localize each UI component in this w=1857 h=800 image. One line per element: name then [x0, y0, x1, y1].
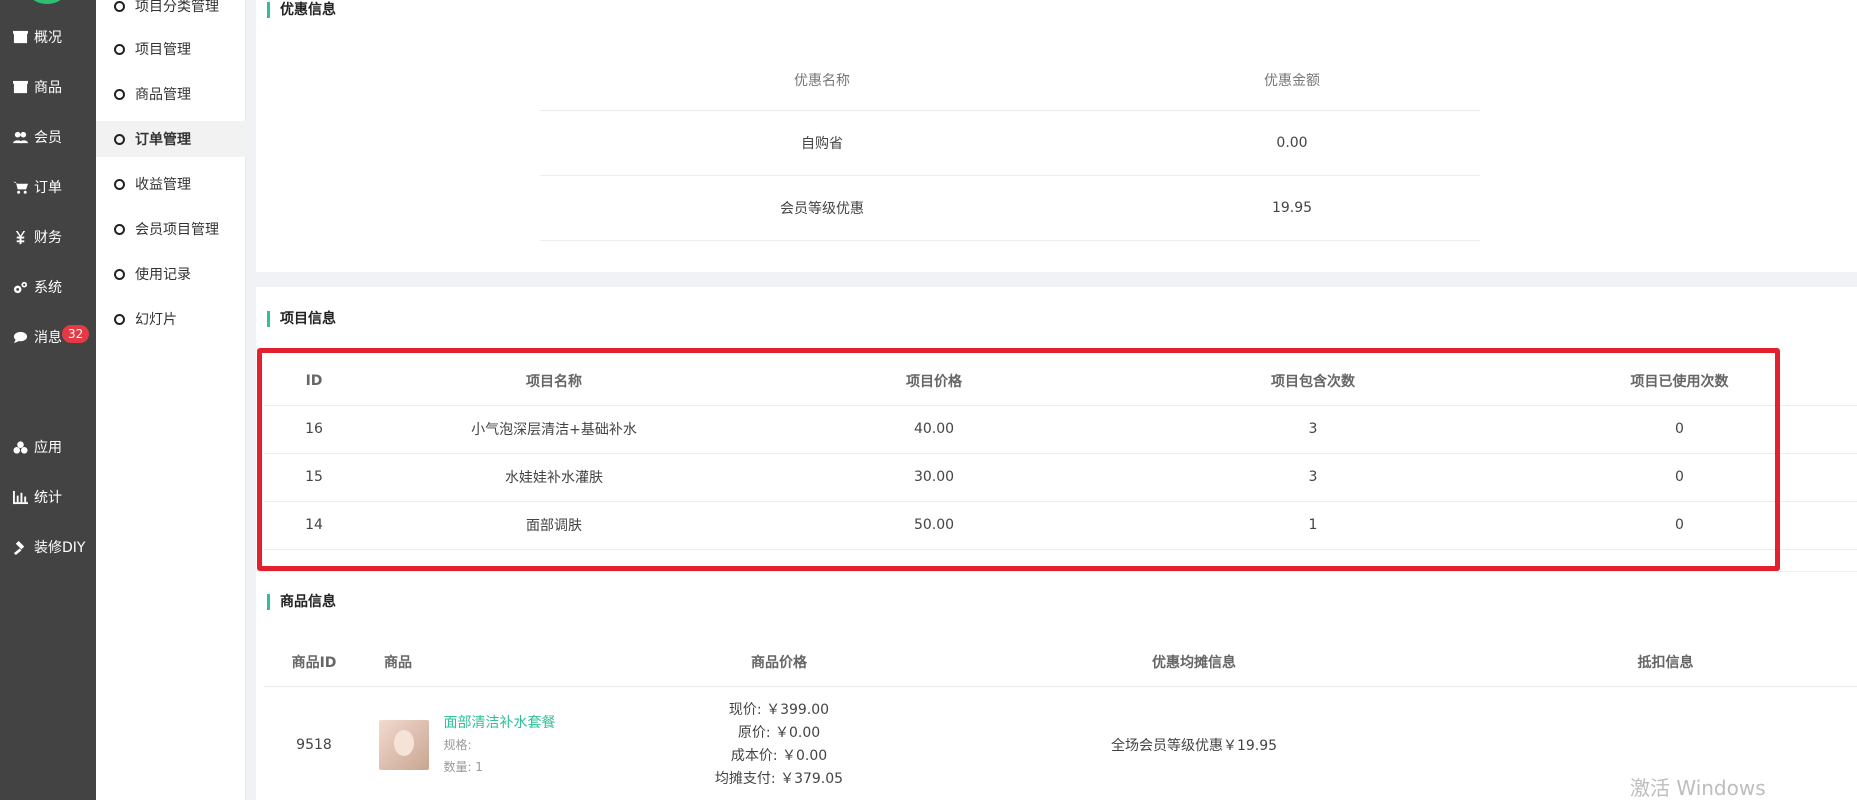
- sidebar-item-diy[interactable]: 装修DIY: [0, 532, 96, 562]
- column-header: 优惠均摊信息: [1152, 654, 1236, 671]
- subnav-item-label: 订单管理: [135, 132, 191, 148]
- sidebar-item-label: 应用: [34, 440, 62, 456]
- circle-icon: [114, 88, 125, 100]
- section-title: 项目信息: [267, 311, 336, 327]
- hammer-icon: [12, 539, 28, 555]
- section-title: 优惠信息: [267, 2, 336, 18]
- subnav-item-slides[interactable]: 幻灯片: [96, 301, 246, 337]
- sidebar-item-label: 会员: [34, 130, 62, 146]
- windows-activation-watermark: 激活 Windows: [1630, 776, 1766, 800]
- column-header: 商品价格: [751, 654, 807, 671]
- gears-icon: [12, 279, 28, 295]
- sidebar-item-label: 财务: [34, 230, 62, 246]
- sidebar-item-stats[interactable]: 统计: [0, 482, 96, 512]
- subnav-item-project-category[interactable]: 项目分类管理: [96, 0, 246, 24]
- sidebar-item-label: 概况: [34, 30, 62, 46]
- sidebar-item-overview[interactable]: 概况: [0, 22, 96, 52]
- goods-price-cell: 现价: ￥399.00 原价: ￥0.00 成本价: ￥0.00 均摊支付: ￥…: [644, 686, 914, 800]
- goods-name-link[interactable]: 面部清洁补水套餐: [443, 712, 555, 734]
- subnav-item-usage-records[interactable]: 使用记录: [96, 256, 246, 292]
- main-sidebar: 概况 商品 会员 订单 财务 系统 消息 32 应用 统计 装修DIY: [0, 0, 96, 800]
- sidebar-item-orders[interactable]: 订单: [0, 172, 96, 202]
- sidebar-item-system[interactable]: 系统: [0, 272, 96, 302]
- goods-qty: 数量: 1: [443, 760, 483, 774]
- highlight-box: [257, 348, 1780, 571]
- sidebar-item-finance[interactable]: 财务: [0, 222, 96, 252]
- sidebar-item-messages[interactable]: 消息 32: [0, 322, 96, 352]
- sidebar-item-label: 系统: [34, 280, 62, 296]
- circle-icon: [114, 0, 125, 12]
- discount-amount: 19.95: [1271, 199, 1313, 216]
- sidebar-item-label: 统计: [34, 490, 62, 506]
- table-header-row: 优惠名称 优惠金额: [540, 50, 1480, 110]
- sidebar-item-label: 消息: [34, 330, 62, 346]
- discount-table: 优惠名称 优惠金额 自购省 0.00 会员等级优惠 19.95: [540, 50, 1480, 241]
- subnav-item-orders[interactable]: 订单管理: [96, 121, 246, 157]
- subnav-item-goods[interactable]: 商品管理: [96, 76, 246, 112]
- subnav-item-earnings[interactable]: 收益管理: [96, 166, 246, 202]
- table-header-row: 商品ID 商品 商品价格 优惠均摊信息 抵扣信息: [264, 638, 1857, 686]
- table-row: 自购省 0.00: [540, 110, 1480, 175]
- goods-id: 9518: [296, 737, 332, 753]
- goods-thumbnail[interactable]: [379, 720, 429, 770]
- box-icon: [12, 79, 28, 95]
- sidebar-item-apps[interactable]: 应用: [0, 432, 96, 462]
- sidebar-item-label: 装修DIY: [34, 540, 86, 556]
- subnav-item-projects[interactable]: 项目管理: [96, 31, 246, 67]
- box-icon: [12, 29, 28, 45]
- sidebar-item-label: 订单: [34, 180, 62, 196]
- discount-name: 自购省: [801, 135, 843, 152]
- unread-badge: 32: [62, 325, 90, 343]
- subnav-item-label: 项目管理: [135, 42, 191, 58]
- sidebar-item-members[interactable]: 会员: [0, 122, 96, 152]
- sidebar-item-label: 商品: [34, 80, 62, 96]
- goods-spec: 规格:: [443, 738, 472, 752]
- column-header: 抵扣信息: [1637, 654, 1694, 671]
- discount-name: 会员等级优惠: [780, 200, 864, 217]
- column-header: 优惠金额: [1264, 72, 1320, 89]
- discount-amount: 0.00: [1276, 134, 1308, 151]
- shared-payment: 均摊支付: ￥379.05: [714, 771, 844, 787]
- circle-icon: [114, 223, 125, 235]
- users-icon: [12, 129, 28, 145]
- subnav-item-label: 幻灯片: [135, 312, 177, 328]
- circle-icon: [114, 178, 125, 190]
- subnav-item-label: 收益管理: [135, 177, 191, 193]
- sub-sidebar: 项目分类管理 项目管理 商品管理 订单管理 收益管理 会员项目管理 使用记录 幻…: [96, 0, 246, 800]
- table-row: 9518 面部清洁补水套餐 规格: 数量: 1 现价: ￥399.00 原价: …: [264, 686, 1857, 800]
- column-header: 优惠名称: [794, 72, 850, 89]
- subnav-item-label: 使用记录: [135, 267, 191, 283]
- circle-icon: [114, 268, 125, 280]
- sidebar-item-goods[interactable]: 商品: [0, 72, 96, 102]
- subnav-item-label: 商品管理: [135, 87, 191, 103]
- cubes-icon: [12, 439, 28, 455]
- circle-icon: [114, 43, 125, 55]
- goods-info: 面部清洁补水套餐 规格: 数量: 1: [443, 712, 555, 778]
- cart-icon: [12, 179, 28, 195]
- goods-table: 商品ID 商品 商品价格 优惠均摊信息 抵扣信息 9518 面部清洁补水套餐 规…: [264, 638, 1857, 800]
- subnav-item-member-projects[interactable]: 会员项目管理: [96, 211, 246, 247]
- chat-icon: [12, 329, 28, 345]
- column-header: 商品ID: [291, 654, 337, 671]
- current-price: 现价: ￥399.00: [728, 702, 830, 718]
- subnav-item-label: 会员项目管理: [135, 222, 219, 238]
- subnav-item-label: 项目分类管理: [135, 0, 219, 15]
- cost-price: 成本价: ￥0.00: [730, 748, 828, 764]
- yen-icon: [12, 229, 28, 245]
- column-header: 商品: [384, 654, 412, 671]
- section-title: 商品信息: [267, 594, 336, 610]
- discount-card: 优惠信息 优惠名称 优惠金额 自购省 0.00 会员等级优惠 19.95: [256, 0, 1857, 272]
- original-price: 原价: ￥0.00: [737, 725, 821, 741]
- bar-chart-icon: [12, 489, 28, 505]
- discount-share-info: 全场会员等级优惠￥19.95: [1110, 738, 1278, 754]
- table-row: 会员等级优惠 19.95: [540, 175, 1480, 240]
- goods-cell: 面部清洁补水套餐 规格: 数量: 1: [364, 686, 644, 800]
- circle-icon: [114, 133, 125, 145]
- logo[interactable]: [22, 0, 72, 4]
- circle-icon: [114, 313, 125, 325]
